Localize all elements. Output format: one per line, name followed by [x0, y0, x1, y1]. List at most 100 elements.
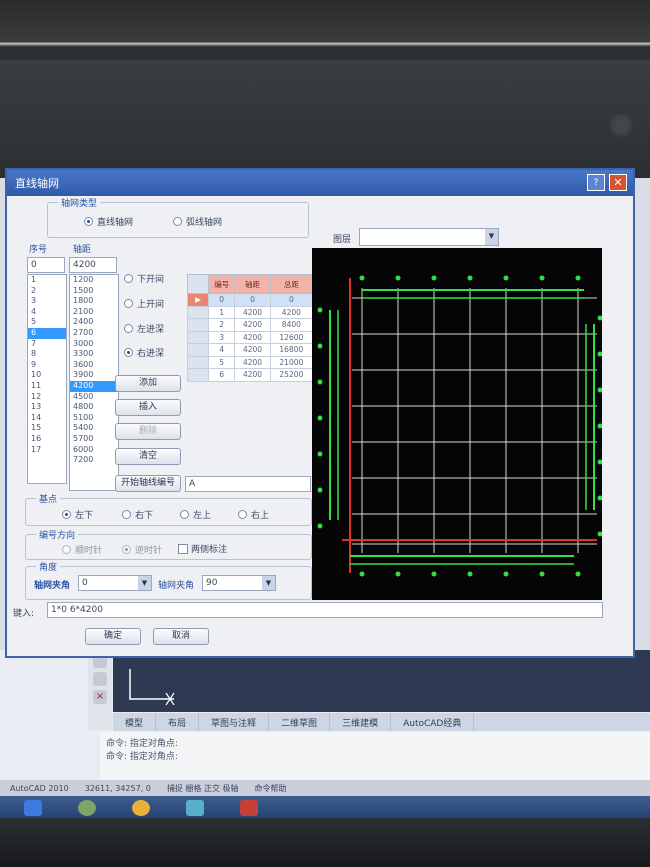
table-row[interactable]: 4 4200 16800	[187, 343, 314, 357]
table-row[interactable]: 5 4200 21000	[187, 355, 314, 369]
table-row[interactable]: 1 4200 4200	[187, 305, 314, 319]
table-cell[interactable]: 4200	[234, 368, 271, 382]
number-list-item[interactable]: 11	[28, 381, 66, 392]
row-selector[interactable]	[187, 318, 209, 332]
spacing-command-input[interactable]: 1*0 6*4200	[47, 602, 603, 618]
row-selector[interactable]	[187, 330, 209, 344]
app-icon[interactable]	[78, 800, 96, 816]
table-cell[interactable]: 8400	[269, 318, 314, 332]
table-row[interactable]: 3 4200 12600	[187, 330, 314, 344]
table-row[interactable]: ▶ 0 0 0	[187, 293, 314, 307]
table-cell[interactable]: 6	[207, 368, 236, 382]
radio-base-top-left[interactable]: 左上	[180, 508, 211, 521]
table-cell[interactable]: 0	[269, 293, 314, 307]
spacing-list-item[interactable]: 1200	[70, 275, 118, 286]
close-icon[interactable]: ✕	[609, 174, 627, 191]
close-icon[interactable]: ×	[93, 690, 107, 704]
axis-angle-select[interactable]: 90 ▼	[202, 575, 276, 591]
cad-tab[interactable]: 三维建模	[330, 713, 392, 731]
axis-table[interactable]: 编号 轴距 总距 ▶ 0 0 0 1 4200 4200 2 4200 8400 3 4200 12600 4 4…	[187, 274, 314, 382]
number-list-item[interactable]: 6	[28, 327, 66, 339]
number-input[interactable]: 0	[27, 257, 65, 273]
status-toggles[interactable]: 捕捉 栅格 正交 极轴	[167, 783, 239, 794]
number-list-item[interactable]: 16	[28, 434, 66, 445]
number-list-item[interactable]: 13	[28, 402, 66, 413]
cad-tab[interactable]: 草图与注释	[199, 713, 270, 731]
rotation-select[interactable]: 0 ▼	[78, 575, 152, 591]
spacing-list-item[interactable]: 4500	[70, 392, 118, 403]
number-list-item[interactable]: 15	[28, 423, 66, 434]
number-list[interactable]: 1 2 3 4 5 6 7 8 9 10 11 12 13 14 15 16 17	[27, 274, 67, 484]
table-cell[interactable]: 5	[207, 355, 236, 369]
row-selector[interactable]	[187, 368, 209, 382]
spacing-list-item[interactable]: 4800	[70, 402, 118, 413]
row-selector[interactable]	[187, 343, 209, 357]
row-selector[interactable]	[187, 305, 209, 319]
cad-drawing-area[interactable]	[113, 650, 650, 712]
table-cell[interactable]: 4200	[234, 355, 271, 369]
start-numbering-button[interactable]: 开始轴线编号	[115, 475, 181, 492]
radio-left-depth[interactable]: 左进深	[124, 322, 164, 335]
table-row[interactable]: 2 4200 8400	[187, 318, 314, 332]
table-cell[interactable]: 3	[207, 330, 236, 344]
number-list-item[interactable]: 17	[28, 445, 66, 456]
cad-tab[interactable]: 布局	[156, 713, 200, 731]
cad-tab[interactable]: AutoCAD经典	[391, 713, 475, 731]
delete-button[interactable]: 删除	[115, 423, 181, 440]
tool-icon[interactable]	[93, 672, 107, 686]
number-list-item[interactable]: 9	[28, 360, 66, 371]
table-cell[interactable]: 4	[207, 343, 236, 357]
number-list-item[interactable]: 1	[28, 275, 66, 286]
table-cell[interactable]: 0	[234, 293, 271, 307]
app-icon[interactable]	[186, 800, 204, 816]
start-icon[interactable]	[24, 800, 42, 816]
autocad-icon[interactable]	[240, 800, 258, 816]
radio-arc-axis[interactable]: 弧线轴网	[173, 215, 222, 228]
layer-select[interactable]: ▼	[359, 228, 499, 246]
number-list-item[interactable]: 2	[28, 286, 66, 297]
spacing-list-item[interactable]: 5400	[70, 423, 118, 434]
row-selector[interactable]: ▶	[187, 293, 209, 307]
number-list-item[interactable]: 12	[28, 392, 66, 403]
radio-clockwise[interactable]: 顺时针	[62, 543, 102, 556]
table-cell[interactable]: 4200	[234, 305, 271, 319]
spacing-list-item[interactable]: 2100	[70, 307, 118, 318]
number-list-item[interactable]: 10	[28, 370, 66, 381]
table-cell[interactable]: 12600	[269, 330, 314, 344]
radio-base-bottom-left[interactable]: 左下	[62, 508, 93, 521]
chevron-down-icon[interactable]: ▼	[262, 576, 275, 590]
table-cell[interactable]: 0	[207, 293, 236, 307]
spacing-list[interactable]: 1200 1500 1800 2100 2400 2700 3000 3300 3600 3900…	[69, 274, 119, 491]
number-list-item[interactable]: 8	[28, 349, 66, 360]
spacing-list-item[interactable]: 5100	[70, 413, 118, 424]
radio-base-bottom-right[interactable]: 右下	[122, 508, 153, 521]
radio-straight-axis[interactable]: 直线轴网	[84, 215, 133, 228]
spacing-list-item[interactable]: 1500	[70, 286, 118, 297]
cancel-button[interactable]: 取消	[153, 628, 209, 645]
ok-button[interactable]: 确定	[85, 628, 141, 645]
number-list-item[interactable]: 7	[28, 339, 66, 350]
dialog-titlebar[interactable]: 直线轴网	[7, 170, 633, 196]
media-icon[interactable]	[132, 800, 150, 816]
radio-right-depth[interactable]: 右进深	[124, 346, 164, 359]
spacing-list-item[interactable]: 3300	[70, 349, 118, 360]
cad-command-line[interactable]: 命令: 指定对角点: 命令: 指定对角点:	[100, 732, 650, 780]
table-cell[interactable]: 1	[207, 305, 236, 319]
spacing-list-item[interactable]: 2700	[70, 328, 118, 339]
table-cell[interactable]: 4200	[234, 343, 271, 357]
table-cell[interactable]: 4200	[234, 330, 271, 344]
radio-counterclockwise[interactable]: 逆时针	[122, 543, 162, 556]
table-row[interactable]: 6 4200 25200	[187, 368, 314, 382]
spacing-list-item[interactable]: 2400	[70, 317, 118, 328]
spacing-list-item[interactable]: 3900	[70, 370, 118, 381]
table-cell[interactable]: 16800	[269, 343, 314, 357]
spacing-list-item[interactable]: 1800	[70, 296, 118, 307]
insert-button[interactable]: 插入	[115, 399, 181, 416]
clear-button[interactable]: 清空	[115, 448, 181, 465]
add-button[interactable]: 添加	[115, 375, 181, 392]
spacing-list-item[interactable]: 5700	[70, 434, 118, 445]
chevron-down-icon[interactable]: ▼	[138, 576, 151, 590]
number-list-item[interactable]: 5	[28, 317, 66, 328]
cad-tab[interactable]: 二维草图	[269, 713, 331, 731]
start-number-input[interactable]: A	[185, 476, 311, 492]
